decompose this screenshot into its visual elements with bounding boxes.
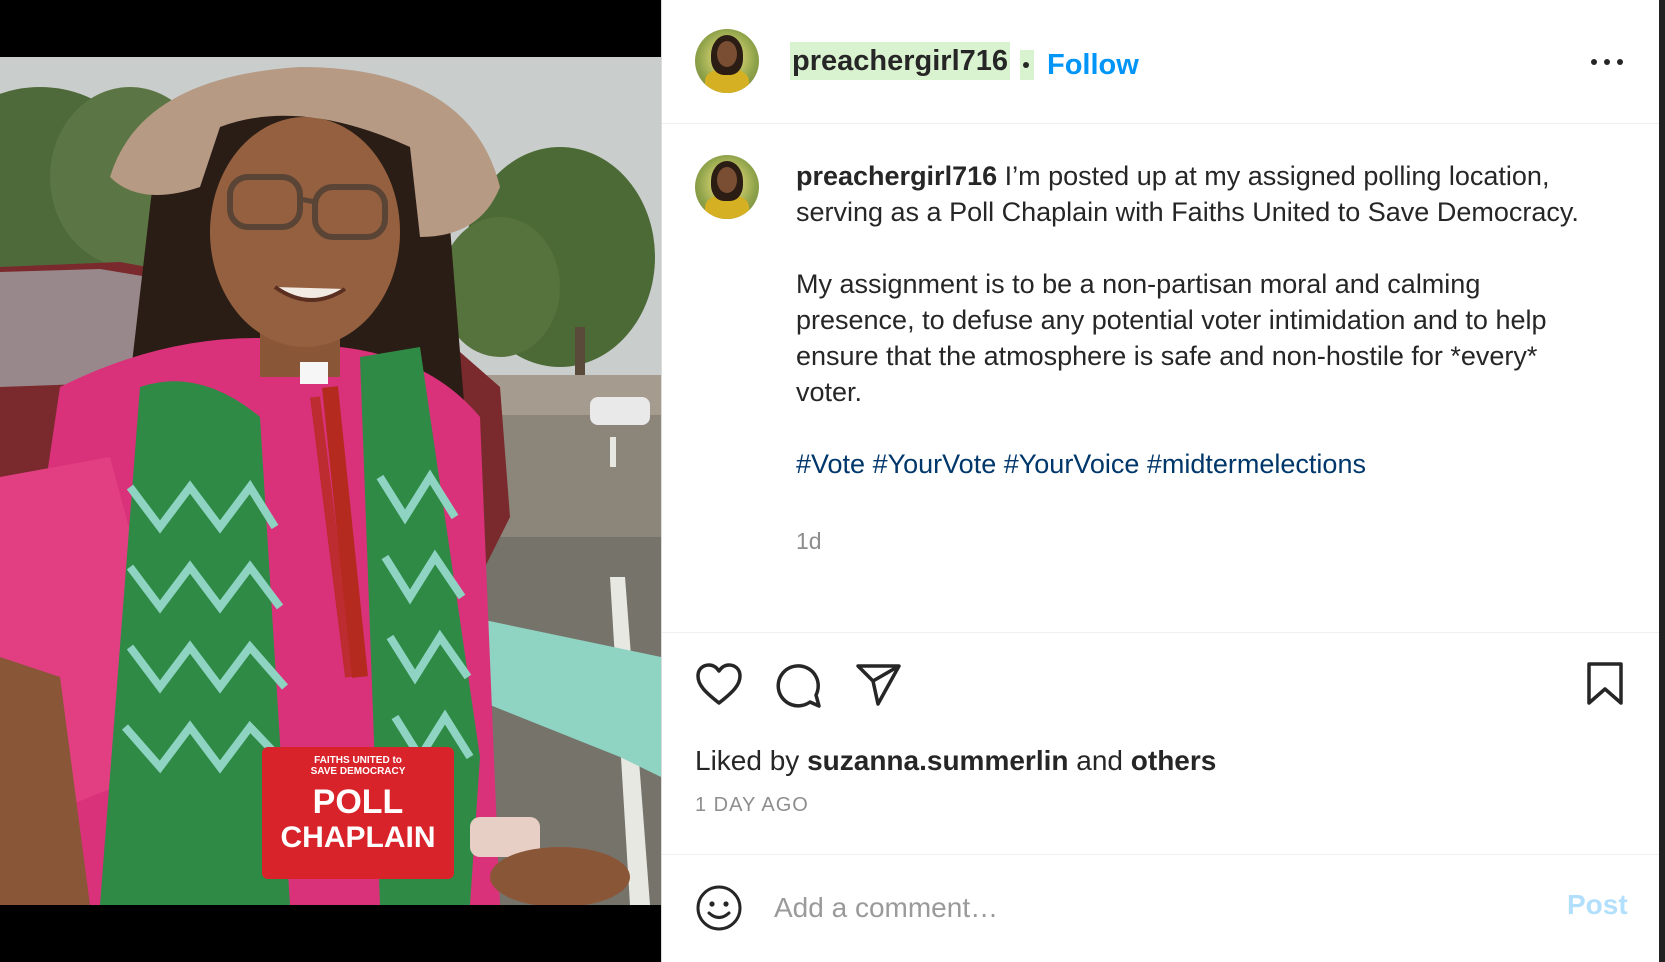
post-caption: preachergirl716 I’m posted up at my assi…	[796, 158, 1596, 482]
smiley-icon[interactable]	[695, 884, 743, 932]
poll-chaplain-badge: FAITHS UNITED to SAVE DEMOCRACY POLL CHA…	[262, 747, 454, 879]
post-header: preachergirl716 Follow	[662, 0, 1660, 124]
post-date[interactable]: 1 DAY AGO	[695, 794, 809, 817]
liked-by-others[interactable]: others	[1131, 745, 1217, 776]
comment-icon[interactable]	[775, 662, 823, 710]
media-letterbox-bottom	[0, 905, 661, 962]
author-username[interactable]: preachergirl716	[790, 42, 1011, 80]
hashtag-link[interactable]: #Vote	[796, 449, 865, 479]
hashtag-link[interactable]: #YourVote	[873, 449, 997, 479]
author-avatar[interactable]	[695, 29, 759, 93]
liked-by-and: and	[1076, 745, 1123, 776]
hashtag-link[interactable]: #YourVoice	[1004, 449, 1140, 479]
badge-org-line2: SAVE DEMOCRACY	[310, 766, 406, 777]
badge-title-line2: CHAPLAIN	[280, 821, 436, 854]
badge-title-line1: POLL	[312, 783, 404, 821]
bookmark-icon[interactable]	[1585, 661, 1625, 707]
hashtag-link[interactable]: #midtermelections	[1147, 449, 1366, 479]
caption-timestamp[interactable]: 1d	[796, 528, 822, 555]
more-horizontal-icon[interactable]	[1587, 50, 1627, 74]
follow-button[interactable]: Follow	[1047, 46, 1139, 84]
caption-hashtags: #Vote #YourVote #YourVoice #midtermelect…	[796, 446, 1596, 482]
caption-username[interactable]: preachergirl716	[796, 161, 997, 191]
post-comment-button[interactable]: Post	[1567, 889, 1628, 921]
window-edge	[1659, 0, 1665, 962]
caption-avatar[interactable]	[695, 155, 759, 219]
liked-by-line: Liked by suzanna.summerlin and others	[695, 744, 1216, 778]
liked-by-prefix: Liked by	[695, 745, 800, 776]
caption-paragraph-1: preachergirl716 I’m posted up at my assi…	[796, 158, 1596, 230]
caption-text-2: My assignment is to be a non-partisan mo…	[796, 269, 1547, 407]
liked-by-user[interactable]: suzanna.summerlin	[807, 745, 1068, 776]
paper-plane-icon[interactable]	[855, 663, 903, 707]
app-window: FAITHS UNITED to SAVE DEMOCRACY POLL CHA…	[0, 0, 1665, 962]
post-photo: FAITHS UNITED to SAVE DEMOCRACY POLL CHA…	[0, 57, 661, 905]
comment-input[interactable]	[772, 885, 1476, 931]
post-media[interactable]: FAITHS UNITED to SAVE DEMOCRACY POLL CHA…	[0, 0, 661, 962]
heart-icon[interactable]	[695, 662, 743, 706]
separator-dot	[1020, 50, 1034, 80]
post-details-panel: preachergirl716 Follow preachergirl716 I…	[661, 0, 1660, 962]
badge-org-line1: FAITHS UNITED to	[314, 755, 402, 766]
divider	[662, 632, 1660, 633]
divider	[662, 854, 1660, 855]
